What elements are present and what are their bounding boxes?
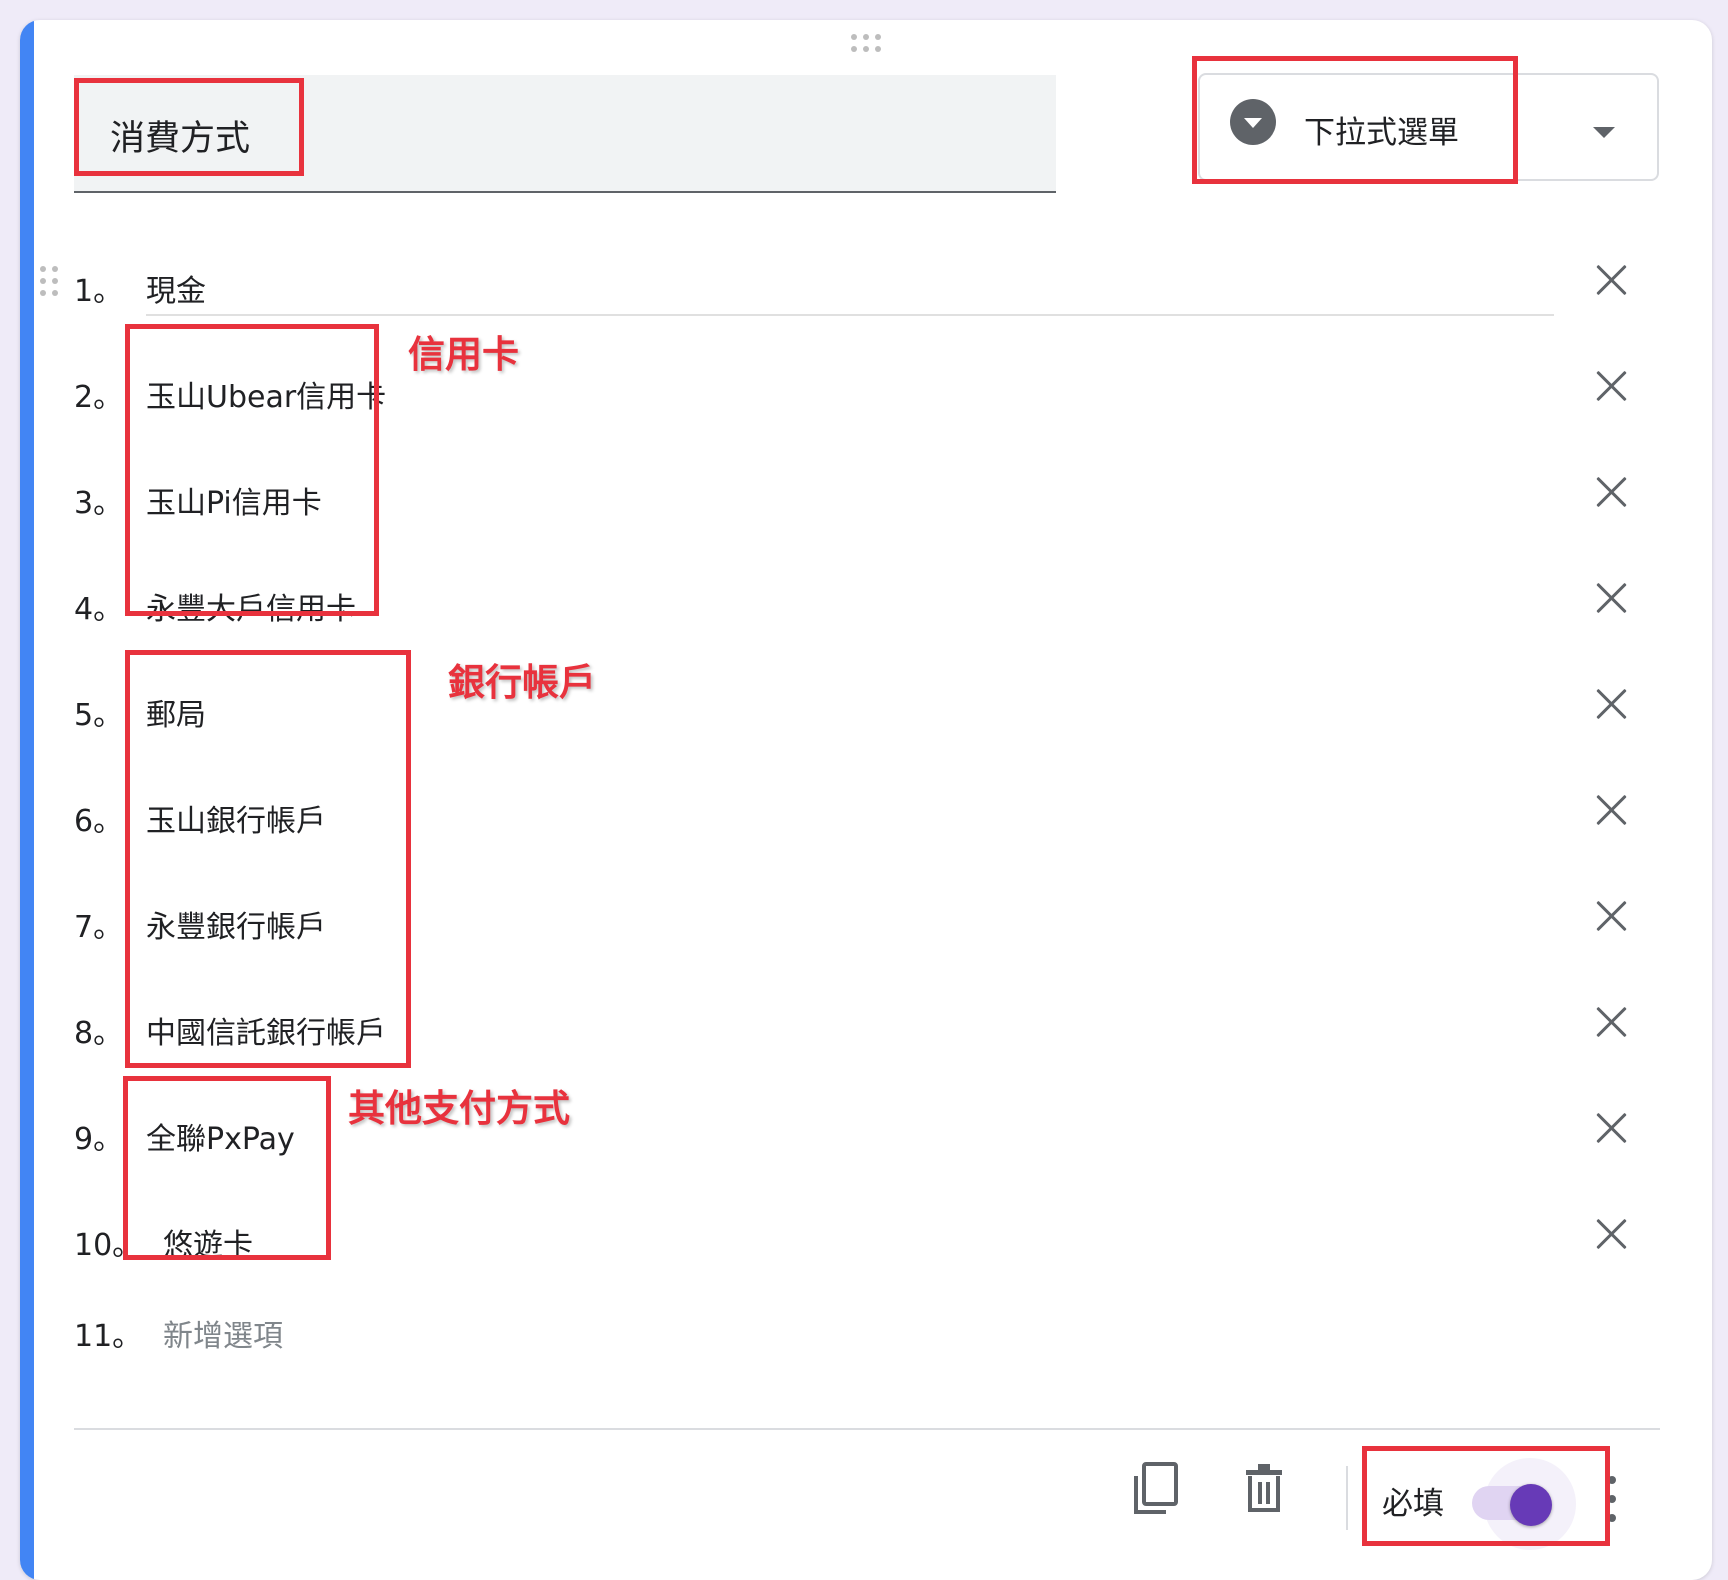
option-number: 2。 <box>74 380 124 415</box>
option-number: 11。 <box>74 1319 143 1354</box>
drag-handle-icon[interactable] <box>40 266 62 302</box>
close-icon[interactable] <box>1592 1108 1632 1148</box>
annotation-box-title <box>74 78 304 176</box>
copy-icon[interactable] <box>1128 1460 1184 1520</box>
close-icon[interactable] <box>1592 1002 1632 1042</box>
annotation-box-bank <box>125 650 411 1068</box>
caret-down-icon <box>1593 127 1615 138</box>
annotation-box-credit <box>125 324 379 616</box>
annotation-box-type <box>1192 56 1518 184</box>
close-icon[interactable] <box>1592 578 1632 618</box>
option-label[interactable]: 現金 <box>146 266 206 310</box>
option-input-underline <box>146 314 1554 316</box>
option-number: 5。 <box>74 698 124 733</box>
close-icon[interactable] <box>1592 790 1632 830</box>
option-number: 1。 <box>74 274 124 309</box>
question-card: 消費方式 下拉式選單 1。 現金 2。 玉山Ubear信用卡 3。 玉山Pi信用卡 4。 永豐… <box>20 20 1712 1580</box>
option-number: 9。 <box>74 1122 124 1157</box>
footer-divider <box>74 1428 1660 1430</box>
close-icon[interactable] <box>1592 260 1632 300</box>
add-option-row[interactable]: 11。 新增選項 <box>20 1291 1712 1371</box>
annotation-box-other <box>123 1076 331 1260</box>
card-drag-handle-icon[interactable] <box>851 34 891 74</box>
footer-separator <box>1346 1466 1348 1530</box>
add-option-input[interactable]: 新增選項 <box>163 1311 283 1355</box>
option-number: 7。 <box>74 910 124 945</box>
option-number: 6。 <box>74 804 124 839</box>
close-icon[interactable] <box>1592 472 1632 512</box>
option-number: 4。 <box>74 592 124 627</box>
close-icon[interactable] <box>1592 684 1632 724</box>
annotation-bank-account: 銀行帳戶 <box>448 661 596 704</box>
option-number: 3。 <box>74 486 124 521</box>
close-icon[interactable] <box>1592 1214 1632 1254</box>
close-icon[interactable] <box>1592 896 1632 936</box>
option-number: 8。 <box>74 1016 124 1051</box>
trash-icon[interactable] <box>1236 1460 1292 1520</box>
option-row[interactable]: 1。 現金 <box>20 246 1712 326</box>
annotation-other-payment: 其他支付方式 <box>348 1087 570 1130</box>
annotation-credit-card: 信用卡 <box>408 333 519 376</box>
close-icon[interactable] <box>1592 366 1632 406</box>
annotation-box-required <box>1362 1446 1610 1546</box>
